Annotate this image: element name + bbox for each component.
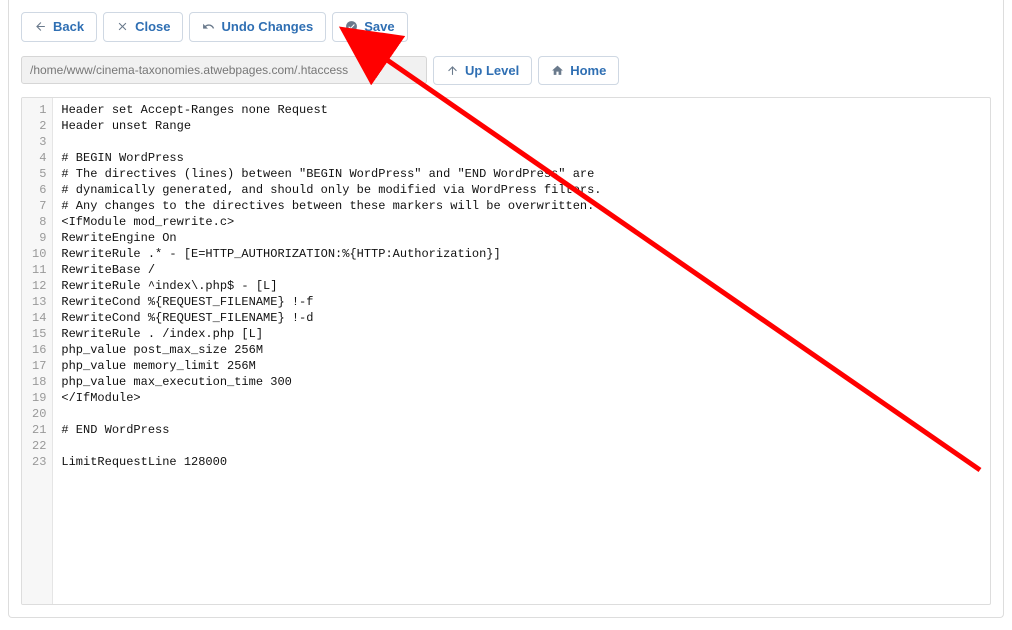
path-bar: Up Level Home [9, 50, 1003, 98]
back-label: Back [53, 19, 84, 35]
home-label: Home [570, 63, 606, 79]
arrow-left-icon [34, 20, 47, 33]
code-editor[interactable]: 1 2 3 4 5 6 7 8 9 10 11 12 13 14 15 16 1… [21, 97, 991, 605]
save-label: Save [364, 19, 394, 35]
save-button[interactable]: Save [332, 12, 407, 42]
home-button[interactable]: Home [538, 56, 619, 86]
up-level-label: Up Level [465, 63, 519, 79]
up-level-button[interactable]: Up Level [433, 56, 532, 86]
undo-icon [202, 20, 215, 33]
code-content[interactable]: Header set Accept-Ranges none Request He… [53, 98, 990, 604]
back-button[interactable]: Back [21, 12, 97, 42]
home-icon [551, 64, 564, 77]
filepath-input[interactable] [21, 56, 427, 84]
close-label: Close [135, 19, 170, 35]
check-circle-icon [345, 20, 358, 33]
panel: Back Close Undo Changes Save Up [8, 0, 1004, 618]
undo-changes-button[interactable]: Undo Changes [189, 12, 326, 42]
arrow-up-icon [446, 64, 459, 77]
close-button[interactable]: Close [103, 12, 183, 42]
undo-label: Undo Changes [221, 19, 313, 35]
line-number-gutter: 1 2 3 4 5 6 7 8 9 10 11 12 13 14 15 16 1… [22, 98, 53, 604]
close-icon [116, 20, 129, 33]
toolbar: Back Close Undo Changes Save [9, 0, 1003, 50]
